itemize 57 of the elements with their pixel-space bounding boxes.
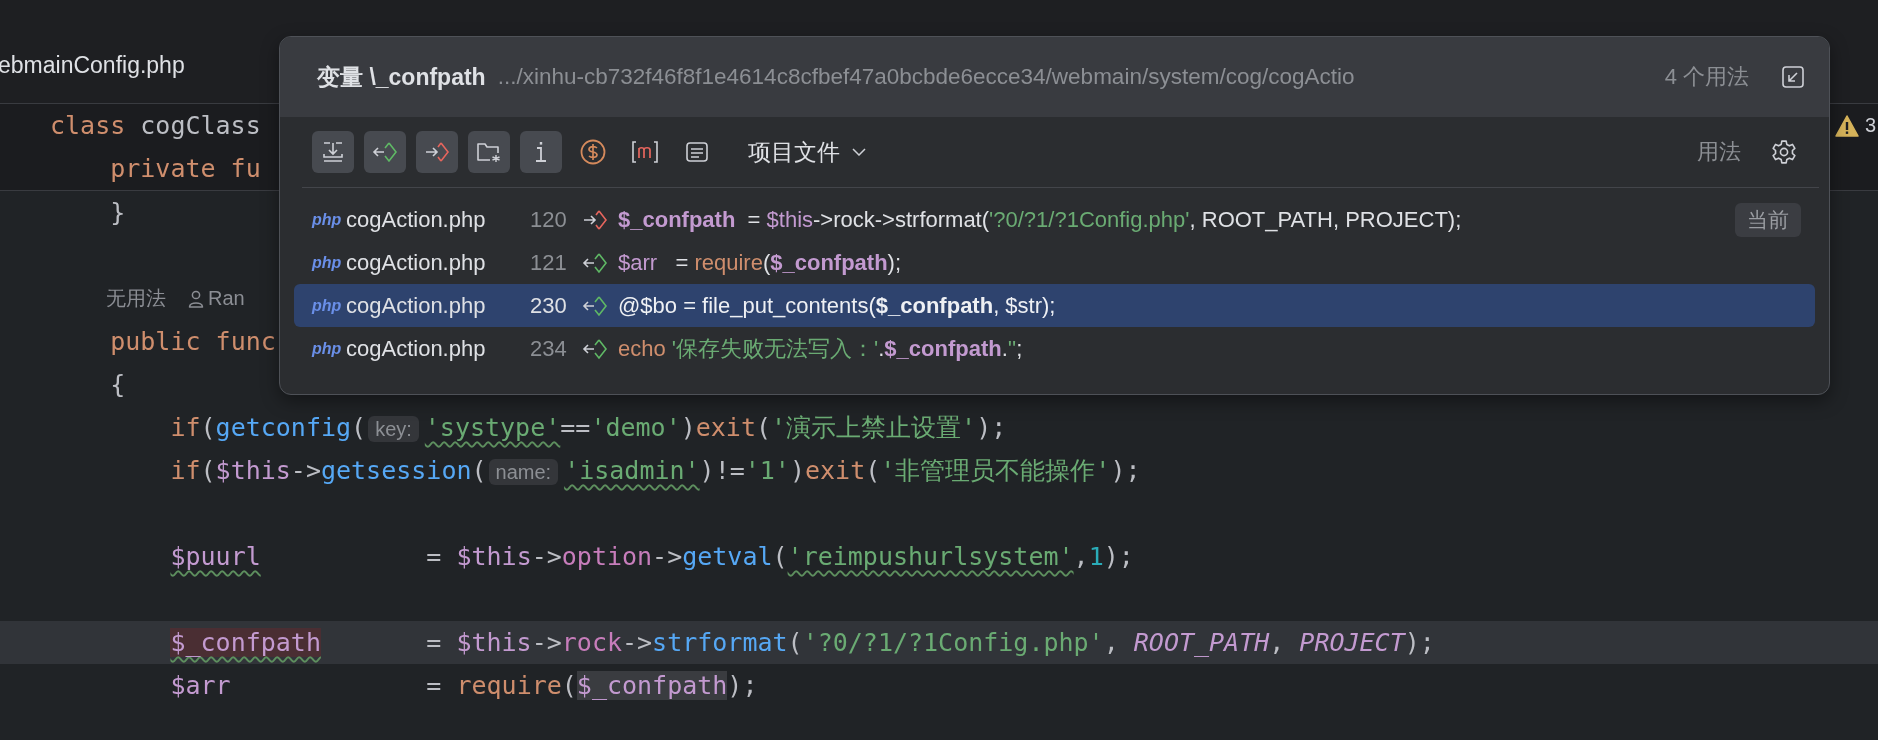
info-icon (534, 140, 548, 164)
file-name: cogAction.php (346, 335, 487, 362)
dollar-icon (580, 139, 606, 165)
file-name: cogAction.php (346, 206, 487, 233)
code-line: class cogClass (50, 111, 261, 140)
code-line: } (109, 198, 126, 227)
folder-icon (476, 141, 502, 163)
toolbar-toggle[interactable] (364, 131, 406, 173)
warning-icon[interactable] (1834, 114, 1859, 137)
usage-count: 4 个用法 (1664, 63, 1749, 91)
toolbar-toggle[interactable] (468, 131, 510, 173)
usage-hint[interactable]: 无用法 (106, 285, 166, 312)
collapse-icon[interactable] (1781, 65, 1805, 89)
code-line: public func (109, 327, 276, 356)
file-path: .../xinhu-cb732f46f8f1e4614c8cfbef47a0bcbde6ecce34/webmain/system/cog/cogActio (497, 64, 1355, 90)
mode-label: 用法 (1697, 138, 1741, 166)
toolbar-toggle[interactable] (416, 131, 458, 173)
toolbar-toggle[interactable] (312, 131, 354, 173)
code-line: $puurl = $this->option->getval('reimpushurlsystem',1); (169, 542, 1134, 571)
code-snippet: echo '保存失败无法写入：'.$_confpath.''; (618, 334, 1023, 363)
code-line: private fu (109, 154, 261, 183)
file-type-label: php (312, 296, 343, 315)
current-badge: 当前 (1735, 202, 1801, 237)
line-number: 121 (530, 249, 568, 276)
file-name: cogAction.php (346, 249, 487, 276)
method-icon (631, 140, 659, 164)
problem-count[interactable]: 3 (1864, 114, 1876, 137)
code-line: if($this->getsession( name: 'isadmin')!='1')exit('非管理员不能操作'); (169, 455, 1141, 487)
write-access-icon (424, 141, 450, 163)
usage-row[interactable]: php cogAction.php 234 echo '保存失败无法写入：'.$_confpath.''; (294, 327, 1815, 370)
file-type-label: php (312, 339, 343, 358)
file-type-label: php (312, 210, 343, 229)
usage-row[interactable]: php cogAction.php 230 @$bo = file_put_contents($_confpath, $str); (294, 284, 1815, 327)
code-line: { (109, 370, 126, 399)
toolbar-toggle[interactable] (520, 131, 562, 173)
line-number: 234 (530, 335, 568, 362)
group-icon (321, 140, 345, 164)
author-name[interactable]: Ran (208, 287, 245, 310)
file-type-label: php (312, 253, 343, 272)
line-number: 230 (530, 292, 568, 319)
list-icon (685, 140, 709, 164)
code-line: $arr = require($_confpath); (169, 671, 758, 700)
settings-icon[interactable] (1771, 139, 1797, 165)
chevron-down-icon (852, 148, 866, 156)
popup-title: 变量 \_confpath (317, 62, 486, 92)
usage-row[interactable]: php cogAction.php 120 $_confpath = $this->rock->strformat('?0/?1/?1Config.php', ROOT_PATH, PROJECT); 当前 (294, 198, 1815, 241)
read-access-icon (372, 141, 398, 163)
code-snippet: @$bo = file_put_contents($_confpath, $str); (618, 292, 1056, 319)
line-number: 120 (530, 206, 568, 233)
code-snippet: $_confpath = $this->rock->strformat('?0/?1/?1Config.php', ROOT_PATH, PROJECT); (618, 206, 1462, 233)
code-line: if(getconfig( key: 'systype'=='demo')exit('演示上禁止设置'); (169, 412, 1007, 444)
code-snippet: $arr = require($_confpath); (618, 249, 902, 276)
scope-dropdown[interactable]: 项目文件 (742, 132, 872, 172)
file-name: cogAction.php (346, 292, 487, 319)
usage-row[interactable]: php cogAction.php 121 $arr = require($_confpath); (294, 241, 1815, 284)
person-icon (188, 289, 204, 308)
code-line: $_confpath = $this->rock->strformat('?0/?1/?1Config.php', ROOT_PATH, PROJECT); (169, 628, 1435, 657)
